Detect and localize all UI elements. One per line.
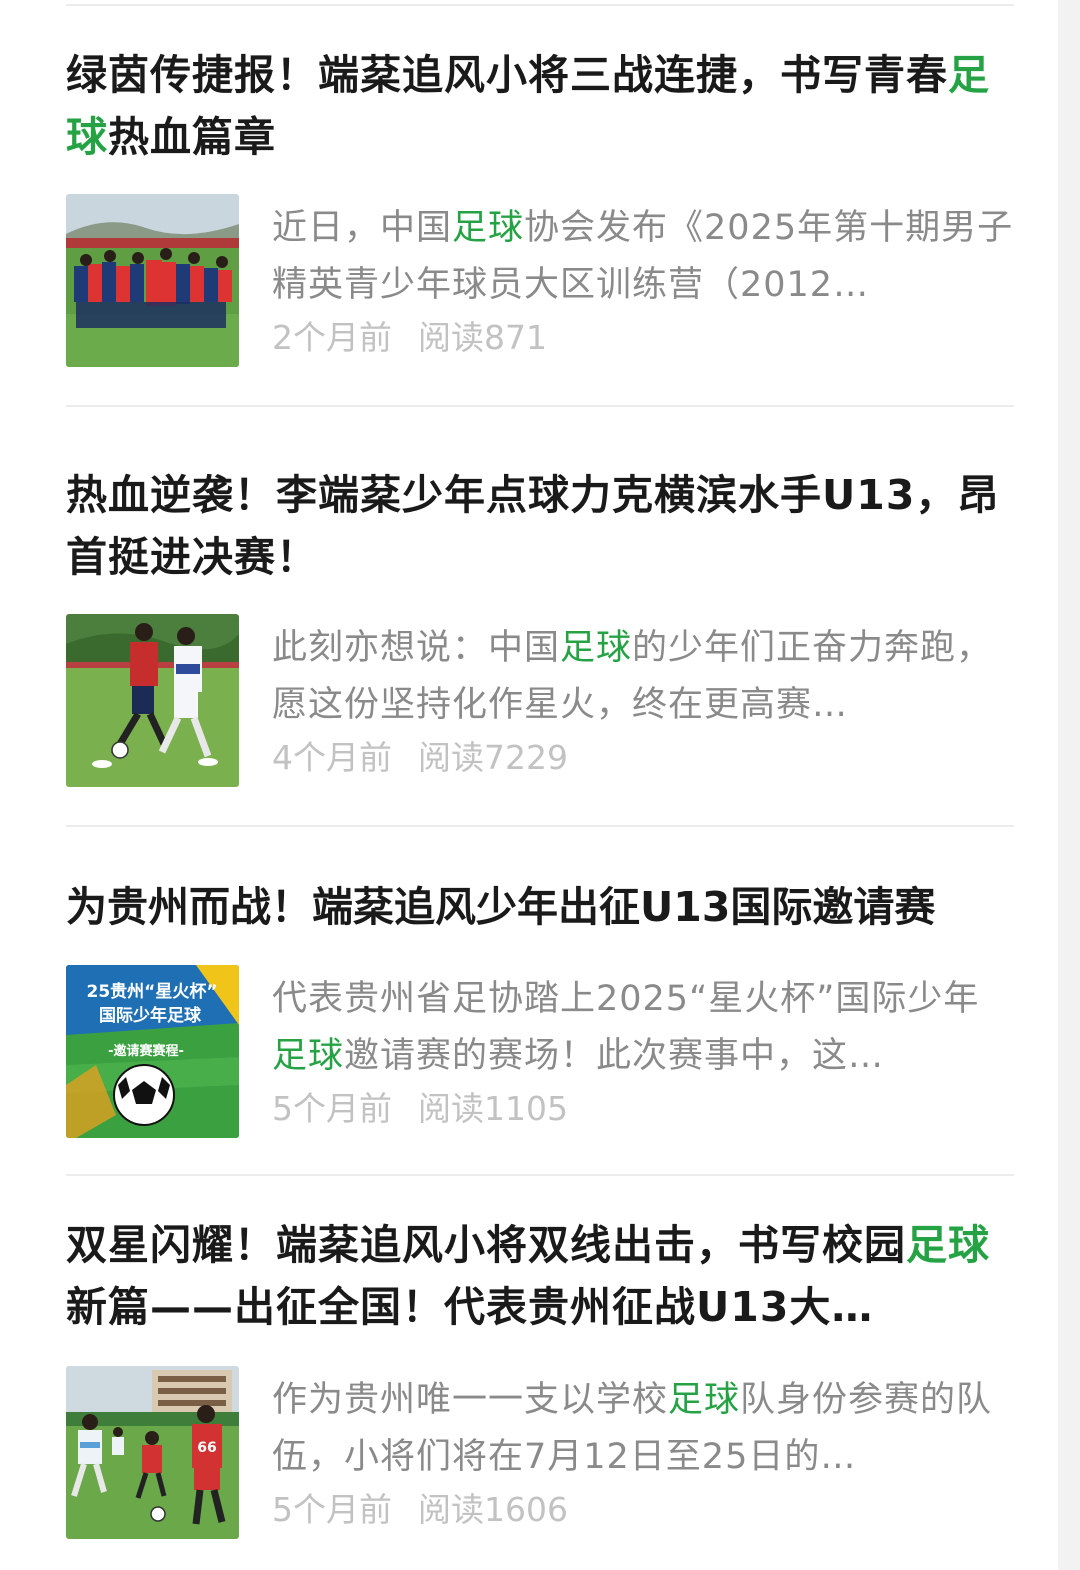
divider — [66, 1174, 1014, 1176]
article-card-2[interactable]: 热血逆袭！李端棻少年点球力克横滨水手U13，昂首挺进决赛！ 此刻亦想说：中国足球… — [66, 464, 1014, 788]
read-count: 阅读871 — [418, 318, 547, 357]
keyword-highlight: 足球 — [560, 628, 633, 668]
article-title[interactable]: 双星闪耀！端棻追风小将双线出击，书写校园足球新篇——出征全国！代表贵州征战U13… — [66, 1214, 1014, 1338]
article-meta: 4个月前 阅读7229 — [272, 738, 568, 778]
article-thumbnail[interactable]: 66 — [66, 1366, 239, 1539]
read-count: 阅读7229 — [418, 738, 568, 777]
article-summary: 代表贵州省足协踏上2025“星火杯”国际少年足球邀请赛的赛场！此次赛事中，这… — [272, 979, 980, 1076]
page-edge — [1058, 0, 1080, 1570]
article-thumbnail[interactable] — [66, 194, 239, 367]
article-meta: 2个月前 阅读871 — [272, 318, 547, 358]
publish-time: 5个月前 — [272, 1089, 392, 1128]
keyword-highlight: 足球 — [452, 208, 525, 248]
svg-text:66: 66 — [197, 1440, 216, 1456]
thumbnail-text-line: -邀请赛赛程- — [108, 1043, 184, 1059]
keyword-highlight: 足球 — [272, 1036, 345, 1076]
publish-time: 2个月前 — [272, 318, 392, 357]
article-summary: 作为贵州唯一一支以学校足球队身份参赛的队伍，小将们将在7月12日至25日的… — [272, 1380, 993, 1477]
thumbnail-text-line: 国际少年足球 — [99, 1005, 202, 1026]
article-title[interactable]: 热血逆袭！李端棻少年点球力克横滨水手U13，昂首挺进决赛！ — [66, 464, 1014, 588]
read-count: 阅读1105 — [418, 1089, 568, 1128]
article-title[interactable]: 绿茵传捷报！端棻追风小将三战连捷，书写青春足球热血篇章 — [66, 44, 1014, 168]
article-card-3[interactable]: 为贵州而战！端棻追风少年出征U13国际邀请赛 25贵州“星火杯” 国际少年足球 — [66, 876, 1014, 1138]
article-summary: 近日，中国足球协会发布《2025年第十期男子精英青少年球员大区训练营（2012… — [272, 208, 1014, 305]
article-title[interactable]: 为贵州而战！端棻追风少年出征U13国际邀请赛 — [66, 876, 1014, 938]
keyword-highlight: 足球 — [668, 1380, 741, 1420]
article-summary: 此刻亦想说：中国足球的少年们正奋力奔跑，愿这份坚持化作星火，终在更高赛… — [272, 628, 993, 725]
divider — [66, 405, 1014, 407]
divider — [66, 825, 1014, 827]
article-meta: 5个月前 阅读1105 — [272, 1089, 568, 1129]
publish-time: 4个月前 — [272, 738, 392, 777]
read-count: 阅读1606 — [418, 1490, 568, 1529]
publish-time: 5个月前 — [272, 1490, 392, 1529]
thumbnail-text-line: 25贵州“星火杯” — [86, 981, 217, 1002]
article-thumbnail[interactable] — [66, 614, 239, 787]
article-thumbnail[interactable]: 25贵州“星火杯” 国际少年足球 -邀请赛赛程- — [66, 965, 239, 1138]
article-card-1[interactable]: 绿茵传捷报！端棻追风小将三战连捷，书写青春足球热血篇章 近日，中国足球协会发布《… — [66, 44, 1014, 368]
keyword-highlight: 足球 — [906, 1221, 990, 1269]
article-list-page: 绿茵传捷报！端棻追风小将三战连捷，书写青春足球热血篇章 近日，中国足球协会发布《… — [0, 0, 1058, 1570]
article-card-4[interactable]: 双星闪耀！端棻追风小将双线出击，书写校园足球新篇——出征全国！代表贵州征战U13… — [66, 1214, 1014, 1540]
article-meta: 5个月前 阅读1606 — [272, 1490, 568, 1530]
divider — [66, 4, 1014, 6]
